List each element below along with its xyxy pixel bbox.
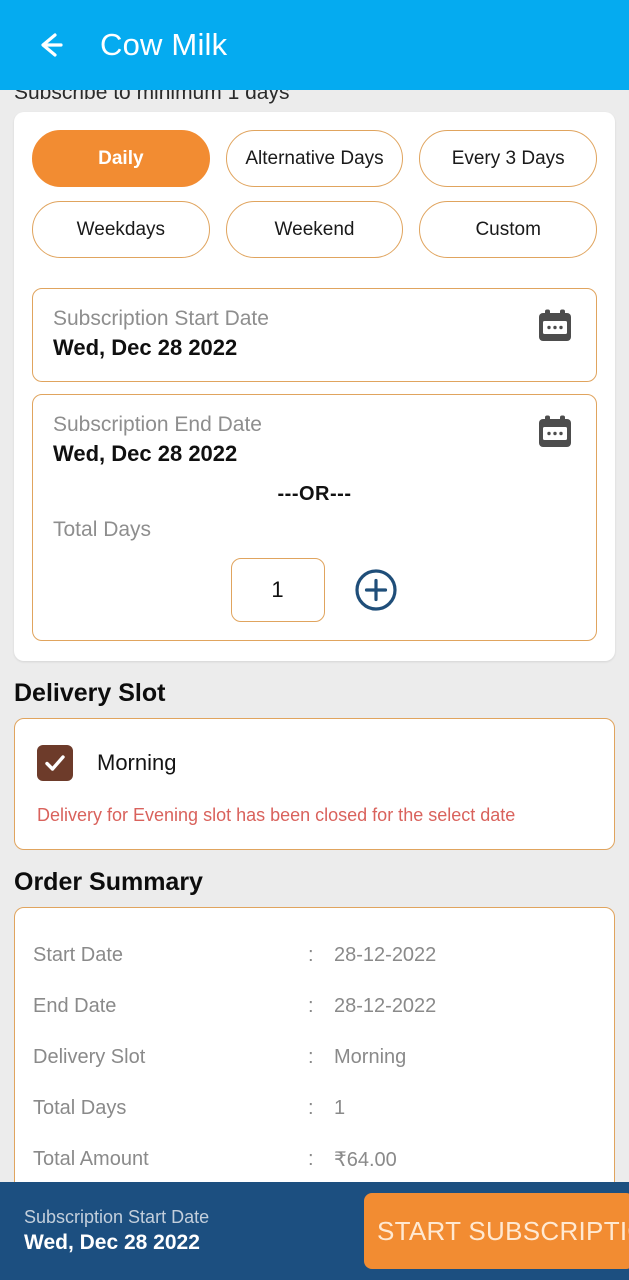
frequency-chip-every-3-days[interactable]: Every 3 Days xyxy=(419,130,598,187)
delivery-slot-option-morning[interactable]: Morning xyxy=(37,745,592,781)
evening-slot-warning: Delivery for Evening slot has been close… xyxy=(37,805,516,825)
end-date-value: Wed, Dec 28 2022 xyxy=(53,441,238,466)
summary-row-start-date: Start Date : 28-12-2022 xyxy=(33,930,596,981)
total-days-input[interactable]: 1 xyxy=(230,558,325,622)
morning-checkbox[interactable] xyxy=(37,745,73,781)
summary-separator: : xyxy=(308,1046,314,1068)
back-button[interactable] xyxy=(24,19,76,71)
minimum-days-note: Subscribe to minimum 1 days xyxy=(14,90,290,104)
start-date-value: Wed, Dec 28 2022 xyxy=(53,335,238,360)
frequency-chip-weekend[interactable]: Weekend xyxy=(225,201,404,258)
frequency-chip-custom[interactable]: Custom xyxy=(419,201,598,258)
summary-value: Morning xyxy=(334,1046,407,1068)
delivery-slot-title: Delivery Slot xyxy=(14,679,166,707)
summary-key: Total Days xyxy=(33,1097,127,1119)
summary-value: 28-12-2022 xyxy=(334,944,437,966)
end-date-field[interactable]: Subscription End Date Wed, Dec 28 2022 -… xyxy=(32,394,597,641)
summary-separator: : xyxy=(308,1097,314,1119)
summary-value: ₹64.00 xyxy=(334,1149,397,1171)
frequency-row-1: Daily Alternative Days Every 3 Days xyxy=(32,130,598,187)
order-summary-title: Order Summary xyxy=(14,868,203,896)
summary-key: Delivery Slot xyxy=(33,1046,146,1068)
end-date-label: Subscription End Date xyxy=(53,413,262,436)
summary-row-total-amount: Total Amount : ₹64.00 xyxy=(33,1134,596,1182)
delivery-slot-card: Morning Delivery for Evening slot has be… xyxy=(14,718,615,850)
summary-row-delivery-slot: Delivery Slot : Morning xyxy=(33,1032,596,1083)
summary-separator: : xyxy=(308,944,314,966)
total-days-stepper: 1 xyxy=(53,558,576,622)
page-title: Cow Milk xyxy=(100,27,228,62)
summary-key: Start Date xyxy=(33,944,124,966)
summary-row-end-date: End Date : 28-12-2022 xyxy=(33,981,596,1032)
frequency-row-2: Weekdays Weekend Custom xyxy=(32,201,598,258)
morning-label: Morning xyxy=(97,750,177,775)
plus-circle-icon[interactable] xyxy=(353,567,399,613)
check-icon xyxy=(42,750,68,776)
total-days-label: Total Days xyxy=(53,518,152,541)
fields-gap xyxy=(32,382,597,394)
frequency-chip-alternative-days[interactable]: Alternative Days xyxy=(225,130,404,187)
arrow-left-icon xyxy=(30,25,70,65)
chips-bottom-spacer xyxy=(32,272,597,288)
summary-value: 28-12-2022 xyxy=(334,995,437,1017)
summary-key: End Date xyxy=(33,995,117,1017)
summary-key: Total Amount xyxy=(33,1148,149,1170)
summary-separator: : xyxy=(308,995,314,1017)
order-summary-card: Start Date : 28-12-2022 End Date : 28-12… xyxy=(14,907,615,1182)
start-date-label: Subscription Start Date xyxy=(53,307,269,330)
calendar-icon[interactable] xyxy=(536,413,574,451)
bottom-bar: Subscription Start Date Wed, Dec 28 2022… xyxy=(0,1182,629,1280)
frequency-chip-weekdays[interactable]: Weekdays xyxy=(32,201,210,258)
or-divider: ---OR--- xyxy=(277,483,352,505)
frequency-card: Daily Alternative Days Every 3 Days Week… xyxy=(14,112,615,661)
scroll-content[interactable]: Subscribe to minimum 1 days Daily Altern… xyxy=(0,90,629,1182)
summary-row-total-days: Total Days : 1 xyxy=(33,1083,596,1134)
app-header: Cow Milk xyxy=(0,0,629,90)
summary-separator: : xyxy=(308,1148,314,1170)
calendar-icon[interactable] xyxy=(536,307,574,345)
frequency-chip-daily[interactable]: Daily xyxy=(32,130,210,187)
start-date-field[interactable]: Subscription Start Date Wed, Dec 28 2022 xyxy=(32,288,597,382)
summary-value: 1 xyxy=(334,1097,346,1119)
start-subscription-button[interactable]: START SUBSCRIPTION xyxy=(364,1193,629,1269)
